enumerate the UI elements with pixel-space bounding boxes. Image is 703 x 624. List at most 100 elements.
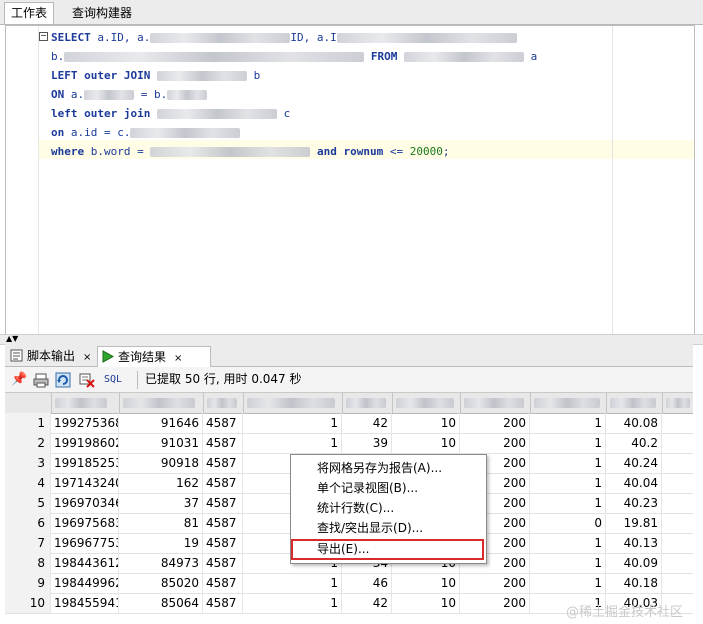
sql-button[interactable]: SQL [101,372,125,388]
fold-toggle-icon[interactable]: − [39,32,48,41]
menu-item-single-record-view[interactable]: 单个记录视图(B)... [317,478,418,498]
column-header[interactable] [203,393,244,413]
code-line[interactable]: SELECT a.ID, a. ID, a.I [51,28,517,47]
table-cell[interactable]: 199275368 [51,413,119,433]
table-cell[interactable]: 197143240 [51,473,119,493]
table-cell[interactable]: 162 [119,473,203,493]
table-cell[interactable]: 196967753 [51,533,119,553]
close-icon[interactable]: × [174,353,182,364]
code-line[interactable]: on a.id = c. [51,123,241,142]
tab-query-builder[interactable]: 查询构建器 [66,3,138,24]
table-cell[interactable]: 19.81 [606,513,662,533]
table-cell[interactable]: 90918 [119,453,203,473]
table-cell[interactable]: 196970346 [51,493,119,513]
table-cell[interactable]: 1 [530,533,606,553]
menu-item-save-grid-as-report[interactable]: 将网格另存为报告(A)... [317,458,442,478]
row-number[interactable]: 10 [5,593,51,613]
code-line[interactable]: ON a. = b. [51,85,208,104]
table-cell[interactable]: 198449962 [51,573,119,593]
column-header[interactable] [606,393,663,413]
row-number[interactable]: 8 [5,553,51,573]
table-cell[interactable]: 39 [342,433,392,453]
menu-item-export[interactable]: 导出(E)... [317,539,369,559]
table-cell[interactable]: 40.2 [606,433,662,453]
table-cell[interactable]: 91646 [119,413,203,433]
table-cell[interactable]: 199185253 [51,453,119,473]
column-header[interactable] [662,393,693,413]
table-cell[interactable]: 4587 [203,453,243,473]
refresh-icon[interactable] [55,372,71,388]
column-header[interactable] [530,393,607,413]
row-number[interactable]: 2 [5,433,51,453]
table-cell[interactable]: 85064 [119,593,203,613]
close-icon[interactable]: × [83,352,91,363]
table-cell[interactable]: 200 [460,573,530,593]
table-cell[interactable]: 4587 [203,413,243,433]
table-cell[interactable]: 4587 [203,553,243,573]
tab-query-result[interactable]: 查询结果 × [97,346,211,367]
print-icon[interactable] [33,372,49,388]
table-cell[interactable]: 4587 [203,513,243,533]
code-line[interactable]: left outer join c [51,104,290,123]
column-header[interactable] [392,393,461,413]
column-header[interactable] [119,393,204,413]
row-number[interactable]: 4 [5,473,51,493]
table-cell[interactable]: 200 [460,433,530,453]
table-cell[interactable]: 91031 [119,433,203,453]
code-line[interactable]: where b.word = and rownum <= 20000; [51,142,449,161]
table-row[interactable]: 2 199198602 91031 4587 1 39 10 200 1 40.2 [5,433,693,454]
table-row[interactable]: 1 199275368 91646 4587 1 42 10 200 1 40.08 [5,413,693,434]
table-cell[interactable]: 40.23 [606,493,662,513]
table-cell[interactable]: 81 [119,513,203,533]
table-cell[interactable]: 4587 [203,473,243,493]
table-cell[interactable]: 1 [530,433,606,453]
table-cell[interactable]: 199198602 [51,433,119,453]
menu-item-count-rows[interactable]: 统计行数(C)... [317,498,394,518]
table-cell[interactable]: 46 [342,573,392,593]
row-number[interactable]: 7 [5,533,51,553]
table-cell[interactable]: 198443612 [51,553,119,573]
table-cell[interactable]: 42 [342,413,392,433]
code-line[interactable]: LEFT outer JOIN b [51,66,260,85]
table-cell[interactable]: 200 [460,593,530,613]
table-cell[interactable]: 40.08 [606,413,662,433]
table-cell[interactable]: 4587 [203,433,243,453]
row-number[interactable]: 1 [5,413,51,433]
table-cell[interactable]: 40.13 [606,533,662,553]
row-number[interactable]: 9 [5,573,51,593]
table-cell[interactable]: 1 [530,413,606,433]
code-line[interactable]: b. FROM a [51,47,537,66]
table-cell[interactable]: 200 [460,413,530,433]
collapse-arrows-icon[interactable]: ▲▼ [6,334,18,343]
table-cell[interactable]: 1 [530,453,606,473]
table-cell[interactable]: 0 [530,513,606,533]
table-cell[interactable]: 10 [392,433,460,453]
table-cell[interactable]: 1 [530,493,606,513]
table-cell[interactable]: 19 [119,533,203,553]
table-cell[interactable]: 85020 [119,573,203,593]
table-cell[interactable]: 40.24 [606,453,662,473]
sql-editor[interactable]: − SELECT a.ID, a. ID, a.I b. FROM a LEFT ou… [5,25,695,335]
row-number[interactable]: 5 [5,493,51,513]
table-cell[interactable]: 40.09 [606,553,662,573]
table-cell[interactable]: 1 [243,573,342,593]
table-cell[interactable]: 4587 [203,593,243,613]
table-cell[interactable]: 1 [530,573,606,593]
table-cell[interactable]: 37 [119,493,203,513]
column-header[interactable] [342,393,393,413]
table-cell[interactable]: 1 [530,473,606,493]
table-cell[interactable]: 84973 [119,553,203,573]
table-cell[interactable]: 10 [392,573,460,593]
table-cell[interactable]: 40.04 [606,473,662,493]
table-row[interactable]: 9 198449962 85020 4587 1 46 10 200 1 40.18 [5,573,693,594]
column-header[interactable] [460,393,531,413]
pin-icon[interactable]: 📌 [11,372,27,388]
column-header[interactable] [243,393,343,413]
table-cell[interactable]: 1 [243,413,342,433]
table-cell[interactable]: 10 [392,593,460,613]
table-cell[interactable]: 4587 [203,533,243,553]
row-number[interactable]: 6 [5,513,51,533]
cancel-query-icon[interactable] [79,372,95,388]
table-cell[interactable]: 1 [243,593,342,613]
menu-item-find-highlight[interactable]: 查找/突出显示(D)... [317,518,423,538]
